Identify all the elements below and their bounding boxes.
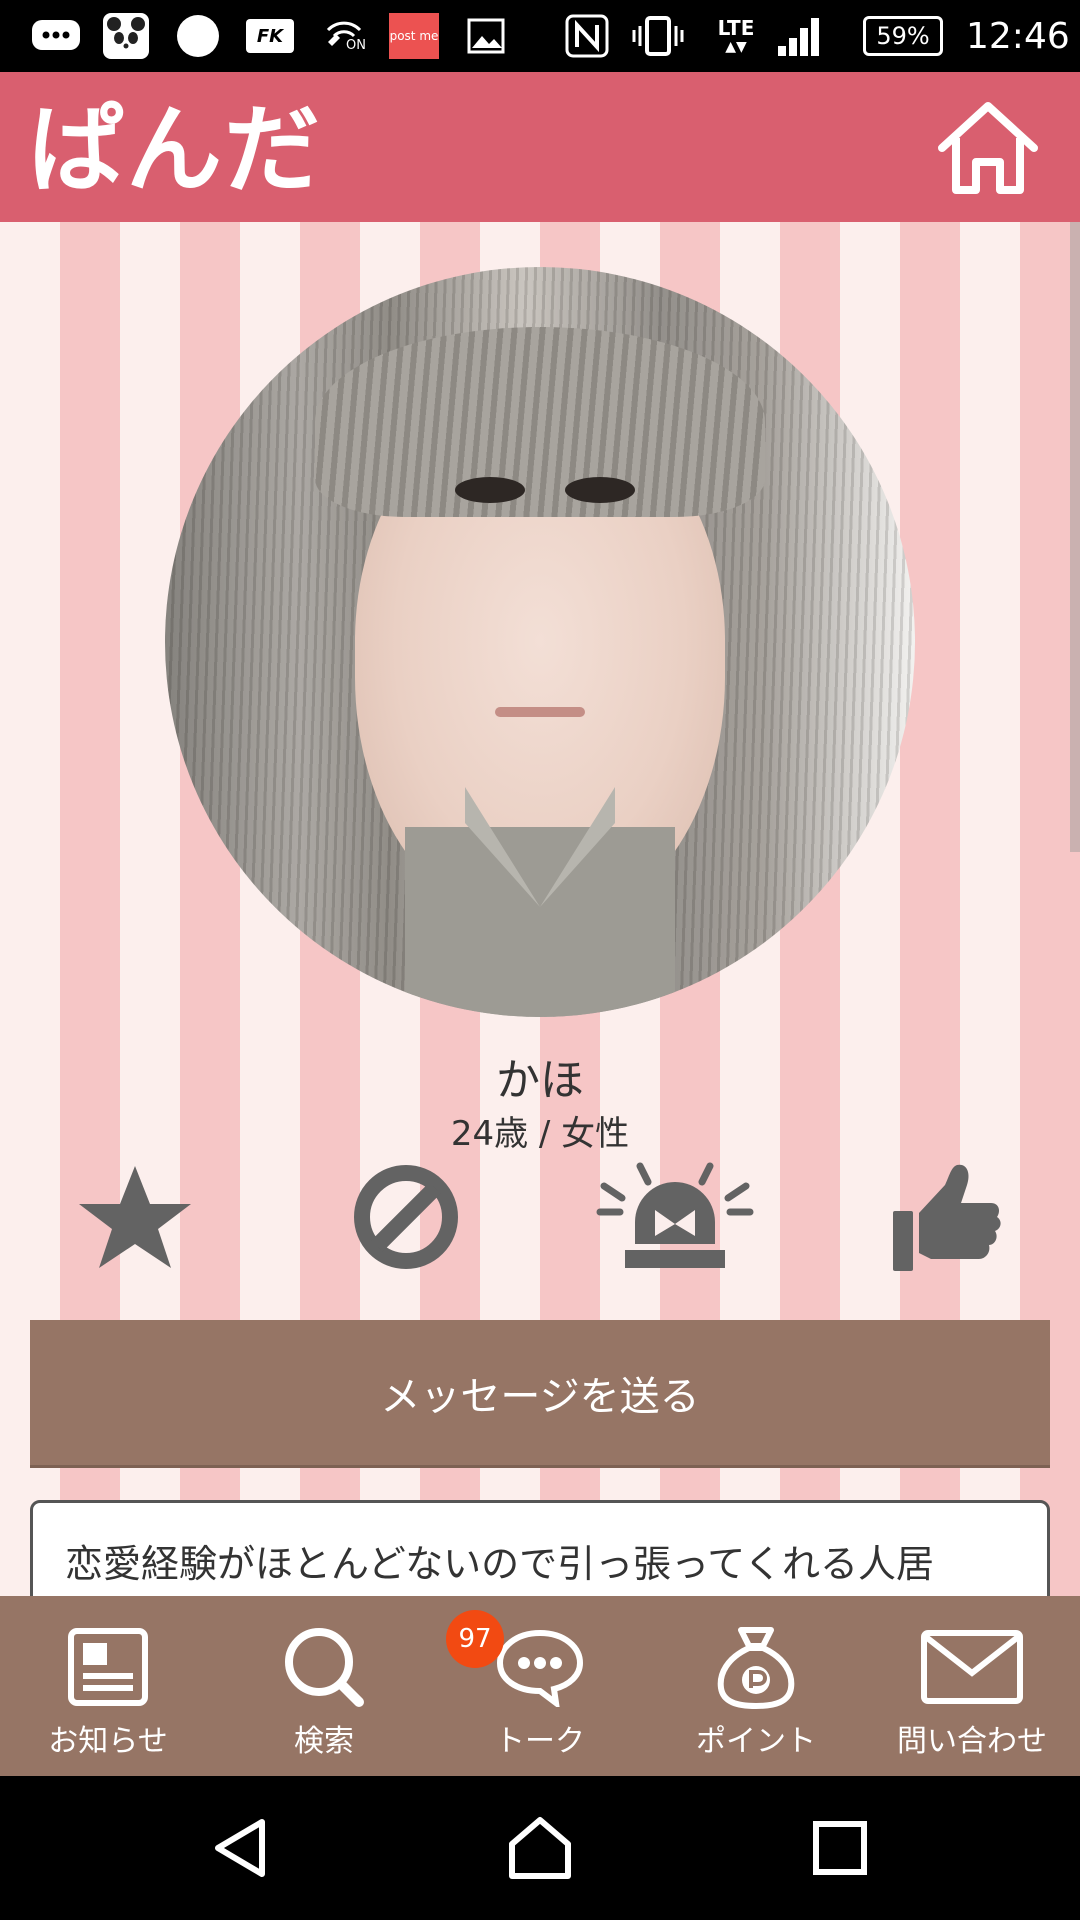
mail-icon	[921, 1630, 1023, 1704]
nav-contact-label: 問い合わせ	[897, 1724, 1047, 1759]
thumbs-up-icon	[893, 1164, 1001, 1271]
nav-news-label: お知らせ	[48, 1724, 168, 1759]
recents-icon	[813, 1821, 867, 1875]
search-icon	[285, 1628, 364, 1707]
lte-indicator: LTE ▲▼	[712, 12, 760, 60]
profile-intro-card: 恋愛経験がほとんどないので引っ張ってくれる人居	[30, 1500, 1050, 1596]
nav-search-label: 検索	[294, 1724, 354, 1759]
nav-points-label: ポイント	[696, 1724, 816, 1759]
wifi-call-on-icon: ON	[318, 12, 370, 60]
points-bag-icon	[717, 1627, 795, 1710]
vibrate-icon	[630, 12, 686, 60]
system-nav-bar	[0, 1776, 1080, 1920]
block-button[interactable]	[316, 1157, 496, 1277]
fk-app-icon: FK	[244, 12, 296, 60]
app-header: ぱんだ	[0, 72, 1080, 222]
nfc-icon	[562, 12, 612, 60]
talk-unread-badge: 97	[446, 1610, 504, 1668]
photo-shirt	[405, 827, 675, 1017]
message-icon	[28, 12, 84, 60]
post-me-label: post me	[389, 29, 439, 43]
battery-percent: 59%	[876, 22, 930, 50]
nav-search[interactable]: 検索	[216, 1596, 432, 1776]
battery-icon: 59%	[860, 12, 946, 60]
photo-bangs	[315, 327, 765, 517]
lte-arrows-icon: ▲▼	[725, 39, 747, 55]
profile-name: かほ	[496, 1055, 584, 1106]
news-icon	[68, 1628, 148, 1706]
bottom-nav: お知らせ 検索 トーク 97 ポイント 問い合わせ	[0, 1596, 1080, 1776]
system-back-button[interactable]	[194, 1800, 290, 1896]
report-button[interactable]	[585, 1157, 765, 1277]
nav-news[interactable]: お知らせ	[0, 1596, 216, 1776]
app-logo[interactable]: ぱんだ	[28, 90, 322, 210]
like-button[interactable]	[855, 1157, 1035, 1277]
report-alarm-icon	[596, 1162, 754, 1268]
profile-photo[interactable]	[165, 267, 915, 1017]
profile-age-gender: 24歳 / 女性	[450, 1114, 630, 1154]
status-bar: FK ON post me LTE ▲▼ 59% 12:46	[0, 0, 1080, 72]
block-icon	[354, 1165, 458, 1269]
post-me-icon: post me	[388, 12, 440, 60]
signal-icon	[772, 12, 828, 60]
home-icon	[938, 102, 1038, 194]
star-icon	[79, 1166, 191, 1268]
chat-icon	[496, 1629, 584, 1707]
favorite-button[interactable]	[45, 1157, 225, 1277]
nav-contact[interactable]: 問い合わせ	[864, 1596, 1080, 1776]
image-icon	[464, 12, 508, 60]
lte-label: LTE	[717, 16, 755, 40]
scrollbar[interactable]	[1070, 222, 1080, 852]
clock: 12:46	[966, 15, 1070, 57]
photo-eye-right	[565, 477, 635, 503]
send-message-button[interactable]: メッセージを送る	[30, 1320, 1050, 1468]
system-recents-button[interactable]	[792, 1800, 888, 1896]
photo-eye-left	[455, 477, 525, 503]
fk-label: FK	[256, 25, 284, 47]
photo-mouth	[495, 707, 585, 717]
home-nav-icon	[509, 1817, 571, 1879]
nav-talk-label: トーク	[495, 1724, 585, 1759]
wifi-call-on-label: ON	[346, 38, 366, 53]
back-icon	[215, 1819, 265, 1877]
profile-content[interactable]: かほ 24歳 / 女性 メッセージを送る 恋愛経験がほとんどないので引っ張ってく…	[0, 222, 1080, 1596]
nav-points[interactable]: ポイント	[648, 1596, 864, 1776]
circle-icon	[174, 12, 222, 60]
panda-app-icon	[100, 12, 152, 60]
system-home-button[interactable]	[492, 1800, 588, 1896]
home-button[interactable]	[932, 98, 1044, 198]
profile-intro-text: 恋愛経験がほとんどないので引っ張ってくれる人居	[65, 1542, 935, 1586]
